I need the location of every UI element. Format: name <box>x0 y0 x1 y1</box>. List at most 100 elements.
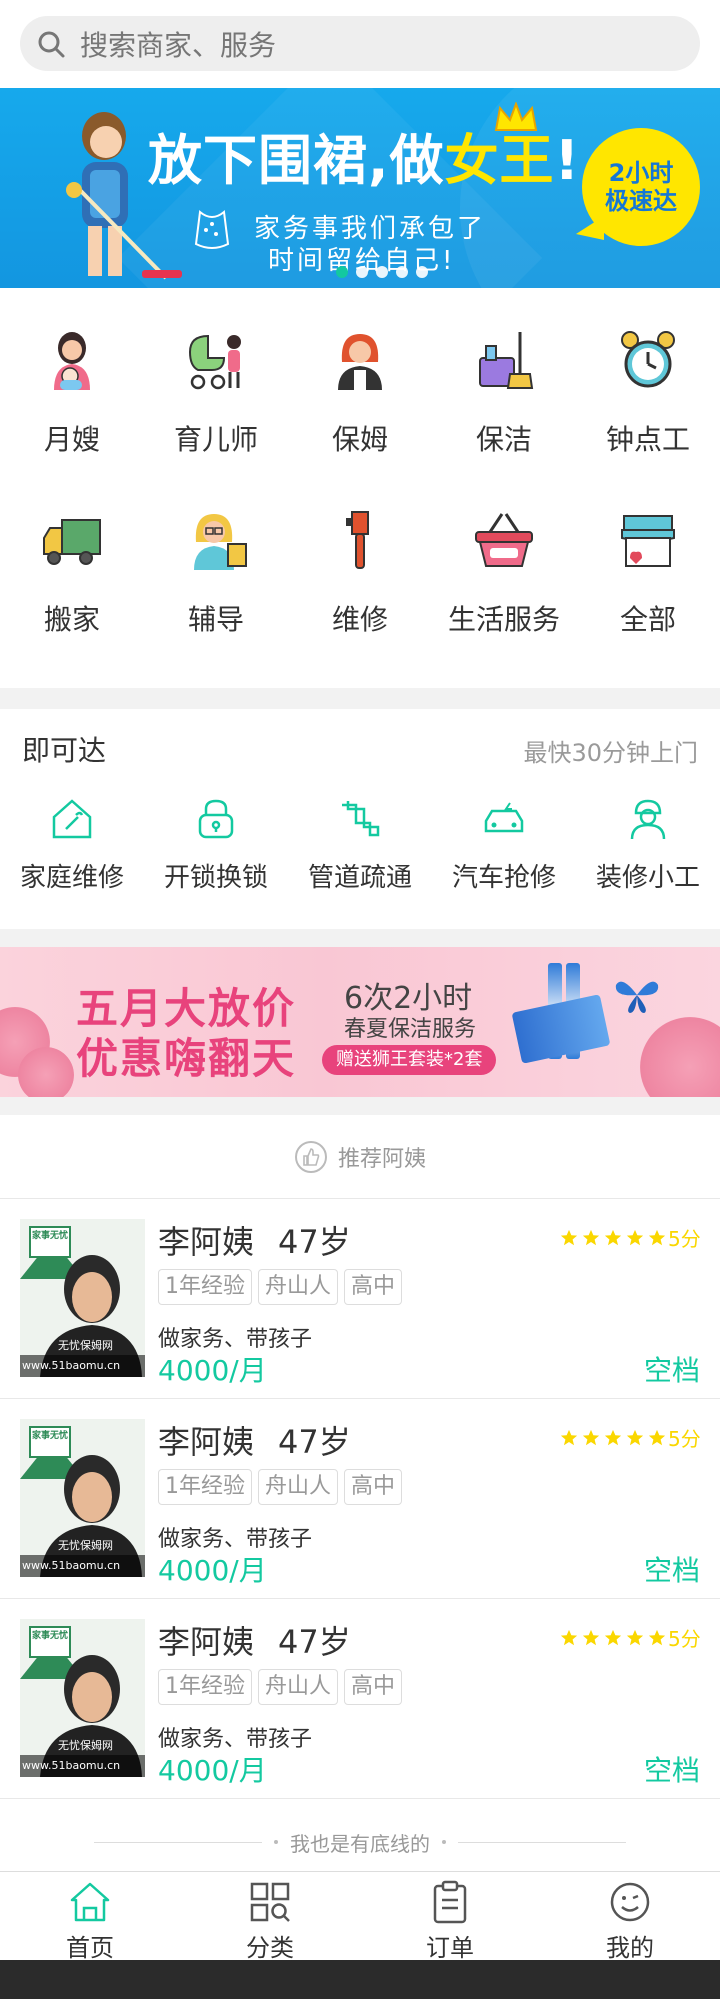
star-icon <box>604 1229 622 1246</box>
promo-banner[interactable]: 五月大放价 优惠嗨翻天 6次2小时 春夏保洁服务 赠送狮王套装*2套 <box>0 947 720 1097</box>
quick-service-section: 即可达 最快30分钟上门 家庭维修 开锁换锁 管道疏通 汽车抢修 装修小工 <box>0 709 720 929</box>
star-icon <box>648 1629 666 1646</box>
tab-label: 分类 <box>246 1934 294 1962</box>
house-wrench-icon <box>52 799 92 839</box>
rating-score: 5分 <box>668 1427 701 1451</box>
divider-dot <box>442 1840 446 1844</box>
nanny-tag: 1年经验 <box>158 1269 252 1305</box>
quick-item-pipe[interactable]: 管道疏通 <box>288 797 432 894</box>
stroller-icon <box>188 334 241 390</box>
nanny-icon <box>338 334 382 390</box>
crown-icon <box>494 102 538 131</box>
photo-watermark: 无忧保姆网 <box>58 1539 113 1552</box>
home-icon <box>70 1882 110 1922</box>
category-yuesao[interactable]: 月嫂 <box>0 310 144 490</box>
quick-item-home-repair[interactable]: 家庭维修 <box>0 797 144 894</box>
nanny-salary: 4000/月 <box>158 1354 267 1387</box>
wrench-icon <box>346 511 369 569</box>
pagination-dot[interactable] <box>416 266 428 278</box>
category-grid: 月嫂 育儿师 保姆 保洁 钟点工 搬家 辅导 维修 生活服务 全部 <box>0 288 720 688</box>
category-label: 全部 <box>619 603 676 636</box>
nanny-portrait <box>20 1419 145 1577</box>
section-divider <box>0 688 720 709</box>
nanny-tag: 舟山人 <box>258 1469 339 1505</box>
quick-section-title: 即可达 <box>22 734 107 767</box>
nanny-tags: 1年经验 舟山人 高中 <box>158 1269 403 1305</box>
tab-home[interactable]: 首页 <box>0 1872 180 1963</box>
category-baomu[interactable]: 保姆 <box>288 310 432 490</box>
order-clipboard-icon <box>433 1880 467 1924</box>
tab-orders[interactable]: 订单 <box>360 1872 540 1963</box>
rating-stars <box>560 1229 666 1247</box>
delivery-badge: 2小时 极速达 <box>582 128 700 246</box>
category-yuershi[interactable]: 育儿师 <box>144 310 288 490</box>
butterfly-icon <box>615 981 659 1013</box>
flower-decor <box>18 1047 74 1097</box>
category-label: 辅导 <box>187 603 244 636</box>
nanny-card[interactable]: 家事无忧 无忧保姆网 www.51baomu.cn 李阿姨 47岁 1年经验 舟山人 高中 做家… <box>0 1399 720 1599</box>
promo-gift-tag: 赠送狮王套装*2套 <box>322 1045 497 1075</box>
toothpaste-decor <box>511 994 611 1064</box>
search-placeholder[interactable]: 搜索商家、服务 <box>80 24 276 64</box>
category-quanbu[interactable]: 全部 <box>576 490 720 670</box>
quick-item-lock[interactable]: 开锁换锁 <box>144 797 288 894</box>
nanny-name: 李阿姨 <box>158 1623 255 1661</box>
nanny-photo: 家事无忧 无忧保姆网 www.51baomu.cn <box>20 1619 145 1777</box>
quick-item-car[interactable]: 汽车抢修 <box>432 797 576 894</box>
nanny-age: 47岁 <box>278 1623 351 1661</box>
rating-score: 5分 <box>668 1227 701 1251</box>
nanny-tag: 1年经验 <box>158 1669 252 1705</box>
category-baojie[interactable]: 保洁 <box>432 310 576 490</box>
headline-prefix: 放下围裙,做 <box>148 129 445 192</box>
category-shenghuofuwu[interactable]: 生活服务 <box>432 490 576 670</box>
nanny-portrait <box>20 1619 145 1777</box>
photo-watermark: 无忧保姆网 <box>58 1339 113 1352</box>
photo-badge: 家事无忧 <box>32 1631 69 1641</box>
nanny-tag: 高中 <box>344 1269 403 1305</box>
star-icon <box>560 1629 578 1646</box>
quick-service-list: 家庭维修 开锁换锁 管道疏通 汽车抢修 装修小工 <box>0 797 720 894</box>
nanny-photo: 家事无忧 无忧保姆网 www.51baomu.cn <box>20 1419 145 1577</box>
category-banjia[interactable]: 搬家 <box>0 490 144 670</box>
tab-label: 订单 <box>426 1934 474 1962</box>
category-zhongdiangong[interactable]: 钟点工 <box>576 310 720 490</box>
tab-label: 我的 <box>606 1934 654 1962</box>
pagination-dot[interactable] <box>376 266 388 278</box>
bottom-tab-bar: 首页 分类 订单 我的 <box>0 1871 720 1963</box>
nanny-card[interactable]: 家事无忧 无忧保姆网 www.51baomu.cn 李阿姨 47岁 1年经验 舟山人 高中 做家… <box>0 1599 720 1799</box>
nanny-tag: 高中 <box>344 1669 403 1705</box>
tab-profile[interactable]: 我的 <box>540 1872 720 1963</box>
divider-line <box>94 1841 262 1843</box>
nanny-tags: 1年经验 舟山人 高中 <box>158 1469 403 1505</box>
star-icon <box>582 1629 600 1646</box>
hero-banner[interactable]: 放下围裙,做女王! 家务事我们承包了 时间留给自己! 2小时 极速达 <box>0 88 720 288</box>
photo-badge: 家事无忧 <box>32 1231 69 1241</box>
nanny-card[interactable]: 家事无忧 无忧保姆网 www.51baomu.cn 李阿姨 47岁 1年经验 舟山人 高中 做家… <box>0 1199 720 1399</box>
quick-section-note[interactable]: 最快30分钟上门 <box>523 733 698 768</box>
star-icon <box>560 1229 578 1246</box>
category-fudao[interactable]: 辅导 <box>144 490 288 670</box>
nanny-tag: 舟山人 <box>258 1669 339 1705</box>
pagination-dot[interactable] <box>356 266 368 278</box>
quick-item-label: 开锁换锁 <box>163 863 268 893</box>
recommend-title: 推荐阿姨 <box>337 1146 426 1172</box>
cleaning-bucket-icon <box>479 332 534 389</box>
star-icon <box>626 1229 644 1246</box>
search-bar[interactable]: 搜索商家、服务 <box>20 16 700 71</box>
star-icon <box>626 1629 644 1646</box>
rating-score: 5分 <box>668 1627 701 1651</box>
nanny-age: 47岁 <box>278 1223 351 1261</box>
car-icon <box>484 802 524 833</box>
category-weixiu[interactable]: 维修 <box>288 490 432 670</box>
category-label: 钟点工 <box>605 423 690 456</box>
pagination-dot[interactable] <box>396 266 408 278</box>
pagination-dot-active[interactable] <box>336 266 348 278</box>
star-icon <box>582 1429 600 1446</box>
tab-category[interactable]: 分类 <box>180 1872 360 1963</box>
category-label: 搬家 <box>43 603 100 636</box>
star-icon <box>604 1429 622 1446</box>
moving-truck-icon <box>43 519 101 565</box>
nanny-name: 李阿姨 <box>158 1223 255 1261</box>
quick-item-worker[interactable]: 装修小工 <box>576 797 720 894</box>
bottom-bar <box>0 1960 720 1999</box>
